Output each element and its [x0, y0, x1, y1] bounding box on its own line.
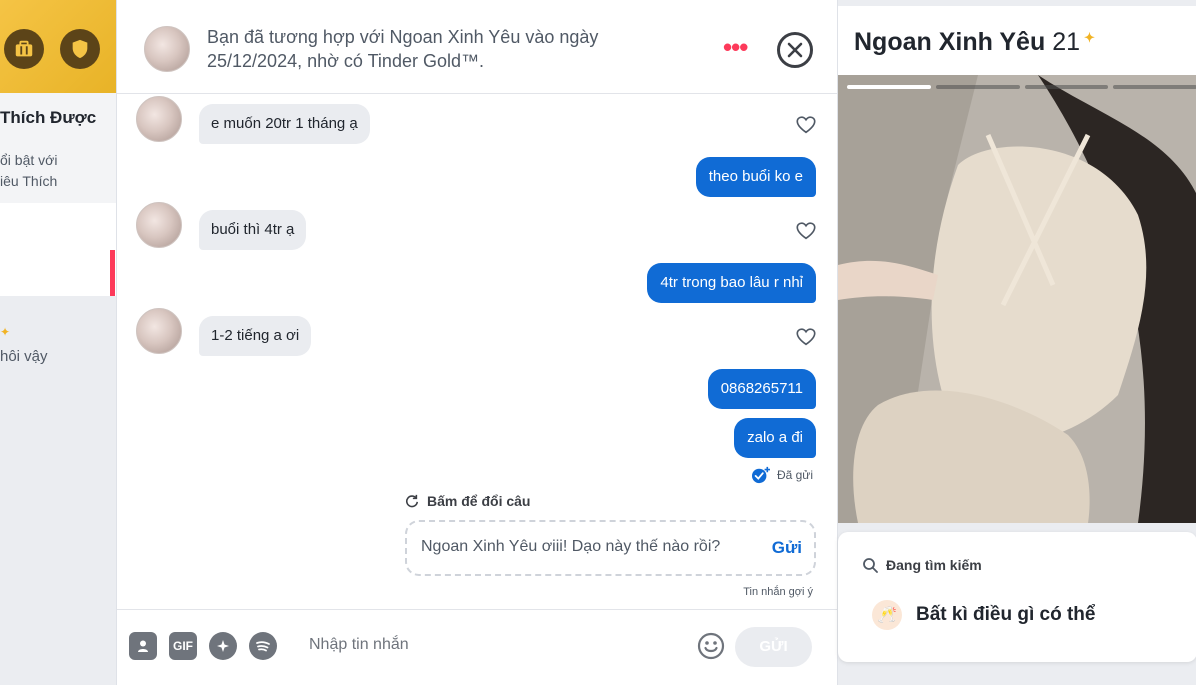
sent-status-label: Đã gửi [776, 468, 813, 482]
active-conversation-item[interactable] [0, 203, 116, 296]
profile-name: Ngoan Xinh Yêu 21 ✦ [854, 28, 1095, 57]
suggestion-note: Tin nhắn gợi ý [743, 586, 813, 598]
avatar[interactable] [136, 308, 182, 354]
likes-subtitle: ổi bật với iêu Thích [0, 150, 57, 192]
sidebar: Thích Được ổi bật với iêu Thích ✦ hôi vậ… [0, 0, 117, 685]
refresh-suggestion-button[interactable]: Bấm để đổi câu [405, 493, 530, 509]
sidebar-header [0, 0, 116, 93]
gif-button[interactable]: GIF [169, 632, 197, 660]
close-icon [787, 42, 803, 58]
spotify-icon[interactable] [249, 632, 277, 660]
suggested-message-card[interactable]: Ngoan Xinh Yêu ơiii! Dạo này thế nào rồi… [405, 520, 816, 576]
avatar[interactable] [144, 26, 190, 72]
heart-icon[interactable] [795, 114, 817, 136]
suggested-message-text: Ngoan Xinh Yêu ơiii! Dạo này thế nào rồi… [421, 538, 721, 555]
profile-name-text: Ngoan Xinh Yêu [854, 28, 1046, 56]
heart-icon[interactable] [795, 220, 817, 242]
looking-for-text: Bất kì điều gì có thể [916, 604, 1096, 625]
avatar[interactable] [136, 96, 182, 142]
briefcase-icon[interactable] [4, 29, 44, 69]
looking-for-header: Đang tìm kiếm [862, 557, 982, 573]
champagne-icon: 🥂 [872, 600, 902, 630]
looking-for-label: Đang tìm kiếm [886, 557, 982, 573]
outgoing-message[interactable]: theo buổi ko e [695, 157, 816, 197]
search-icon [863, 558, 878, 573]
sent-check-icon [751, 466, 770, 484]
active-indicator [110, 250, 115, 296]
outgoing-message[interactable]: zalo a đi [734, 418, 816, 458]
chat-header: Bạn đã tương hợp với Ngoan Xinh Yêu vào … [117, 6, 837, 94]
profile-photo[interactable] [838, 75, 1196, 523]
avatar[interactable] [136, 202, 182, 248]
photo-progress-segment[interactable] [847, 85, 931, 89]
shield-icon[interactable] [60, 29, 100, 69]
likes-subtitle-line: iêu Thích [0, 173, 58, 189]
photo-progress-segment[interactable] [1113, 85, 1196, 89]
outgoing-message[interactable]: 4tr trong bao lâu r nhỉ [647, 263, 816, 303]
emoji-icon[interactable] [697, 632, 725, 660]
outgoing-message[interactable]: 0868265711 [707, 369, 816, 409]
profile-photo-image [838, 75, 1196, 523]
gold-star-icon: ✦ [0, 325, 11, 339]
photo-progress-segment[interactable] [935, 85, 1020, 89]
close-button[interactable] [777, 32, 813, 68]
send-button[interactable]: GỬI [735, 627, 812, 667]
chat-panel: Bạn đã tương hợp với Ngoan Xinh Yêu vào … [117, 0, 837, 685]
incoming-message[interactable]: buổi thì 4tr ạ [199, 210, 307, 250]
sent-status: Đã gửi [751, 466, 813, 484]
likes-subtitle-line: ổi bật với [0, 152, 58, 168]
refresh-icon [406, 494, 419, 508]
contact-card-icon[interactable] [129, 632, 157, 660]
message-composer: GIF Nhập tin nhắn GỬI [117, 609, 837, 685]
message-input[interactable]: Nhập tin nhắn [309, 636, 409, 654]
profile-panel: Ngoan Xinh Yêu 21✦ Đang tìm kiếm 🥂 Bất [837, 0, 1196, 685]
likes-title: Thích Được [0, 108, 97, 127]
sticker-icon[interactable] [209, 632, 237, 660]
incoming-message[interactable]: 1-2 tiếng a ơi [199, 316, 312, 356]
refresh-suggestion-label: Bấm để đổi câu [427, 493, 531, 509]
match-notice: Bạn đã tương hợp với Ngoan Xinh Yêu vào … [207, 27, 599, 71]
incoming-message[interactable]: e muốn 20tr 1 tháng ạ [199, 104, 370, 144]
photo-progress-segment[interactable] [1024, 85, 1109, 89]
photo-progress [847, 85, 1196, 89]
profile-header: Ngoan Xinh Yêu 21 ✦ [838, 6, 1196, 75]
profile-age: 21 [1052, 28, 1080, 56]
looking-for-value: 🥂 Bất kì điều gì có thể [872, 600, 1095, 630]
gold-star-icon: ✦ [1084, 30, 1095, 45]
more-options-button[interactable]: ••• [723, 34, 748, 60]
looking-for-card: Đang tìm kiếm 🥂 Bất kì điều gì có thể [838, 532, 1196, 662]
match-preview[interactable]: hôi vậy [0, 348, 48, 365]
heart-icon[interactable] [795, 326, 817, 348]
send-suggestion-button[interactable]: Gửi [772, 538, 802, 558]
